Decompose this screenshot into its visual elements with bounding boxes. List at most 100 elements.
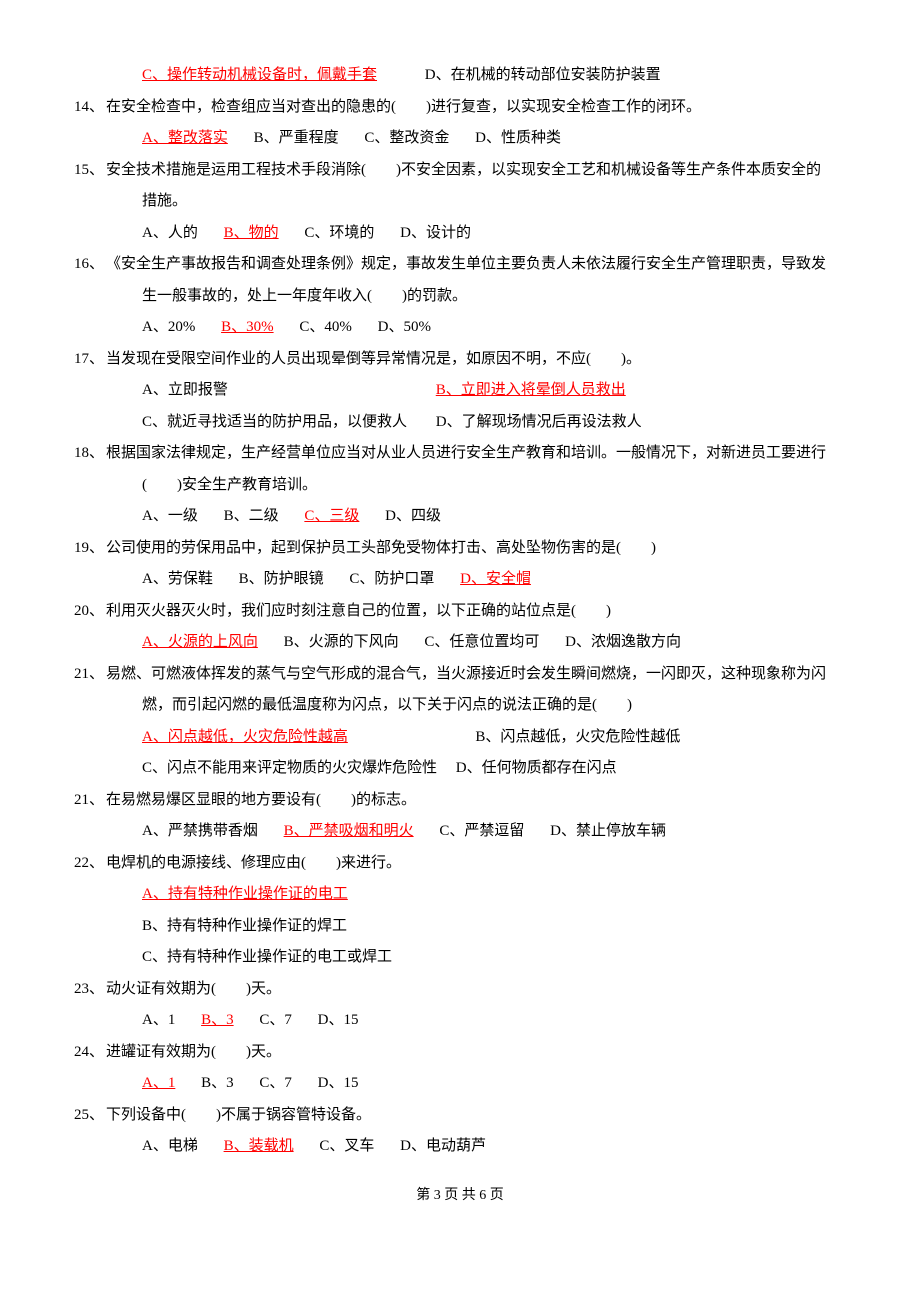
q20-option-c: C、任意位置均可 [424, 634, 539, 650]
question-17: 17、 当发现在受限空间作业的人员出现晕倒等异常情况是，如原因不明，不应( )。 [70, 344, 850, 376]
page-footer: 第 3 页 共 6 页 [70, 1181, 850, 1210]
q24-option-b: B、3 [201, 1075, 234, 1091]
q18-text-line1: 根据国家法律规定，生产经营单位应当对从业人员进行安全生产教育和培训。一般情况下，… [106, 438, 850, 470]
question-21b: 21、 在易燃易爆区显眼的地方要设有( )的标志。 [70, 785, 850, 817]
q24-number: 24、 [70, 1037, 104, 1069]
q17-options-row1: A、立即报警 B、立即进入将晕倒人员救出 [70, 375, 850, 407]
q22-text: 电焊机的电源接线、修理应由( )来进行。 [106, 848, 850, 880]
q22-option-a: A、持有特种作业操作证的电工 [142, 886, 348, 902]
q18-option-c: C、三级 [304, 508, 359, 524]
q17-number: 17、 [70, 344, 104, 376]
q24-options: A、1 B、3 C、7 D、15 [70, 1068, 850, 1100]
q18-options: A、一级 B、二级 C、三级 D、四级 [70, 501, 850, 533]
q21b-options: A、严禁携带香烟 B、严禁吸烟和明火 C、严禁逗留 D、禁止停放车辆 [70, 816, 850, 848]
q15-text-line1: 安全技术措施是运用工程技术手段消除( )不安全因素，以实现安全工艺和机械设备等生… [106, 155, 850, 187]
question-18: 18、 根据国家法律规定，生产经营单位应当对从业人员进行安全生产教育和培训。一般… [70, 438, 850, 470]
q22-option-b-row: B、持有特种作业操作证的焊工 [70, 911, 850, 943]
q24-option-d: D、15 [318, 1075, 359, 1091]
q21b-option-d: D、禁止停放车辆 [550, 823, 666, 839]
q18-text-line2: ( )安全生产教育培训。 [106, 477, 317, 493]
q18-option-a: A、一级 [142, 508, 198, 524]
q21a-text-line1: 易燃、可燃液体挥发的蒸气与空气形成的混合气，当火源接近时会发生瞬间燃烧，一闪即灭… [106, 659, 850, 691]
q20-text: 利用灭火器灭火时，我们应时刻注意自己的位置，以下正确的站位点是( ) [106, 596, 850, 628]
q19-number: 19、 [70, 533, 104, 565]
q21b-number: 21、 [70, 785, 104, 817]
q17-options-row2: C、就近寻找适当的防护用品，以便救人 D、了解现场情况后再设法救人 [70, 407, 850, 439]
q14-option-a: A、整改落实 [142, 130, 228, 146]
q21a-option-c: C、闪点不能用来评定物质的火灾爆炸危险性 [142, 753, 452, 785]
q19-option-b: B、防护眼镜 [239, 571, 324, 587]
q17-option-a: A、立即报警 [142, 375, 432, 407]
question-20: 20、 利用灭火器灭火时，我们应时刻注意自己的位置，以下正确的站位点是( ) [70, 596, 850, 628]
question-23: 23、 动火证有效期为( )天。 [70, 974, 850, 1006]
q19-option-c: C、防护口罩 [349, 571, 434, 587]
question-14: 14、 在安全检查中，检查组应当对查出的隐患的( )进行复查，以实现安全检查工作… [70, 92, 850, 124]
q16-option-b: B、30% [221, 319, 274, 335]
q20-options: A、火源的上风向 B、火源的下风向 C、任意位置均可 D、浓烟逸散方向 [70, 627, 850, 659]
q21a-number: 21、 [70, 659, 104, 691]
q14-option-d: D、性质种类 [475, 130, 561, 146]
q25-option-c: C、叉车 [319, 1138, 374, 1154]
q25-text: 下列设备中( )不属于锅容管特设备。 [106, 1100, 850, 1132]
q22-number: 22、 [70, 848, 104, 880]
q23-text: 动火证有效期为( )天。 [106, 974, 850, 1006]
question-22: 22、 电焊机的电源接线、修理应由( )来进行。 [70, 848, 850, 880]
q17-option-d: D、了解现场情况后再设法救人 [436, 414, 642, 430]
q15-option-d: D、设计的 [400, 225, 471, 241]
q20-option-a: A、火源的上风向 [142, 634, 258, 650]
q13-options-row2: C、操作转动机械设备时，佩戴手套 D、在机械的转动部位安装防护装置 [70, 60, 850, 92]
q19-option-a: A、劳保鞋 [142, 571, 213, 587]
q16-options: A、20% B、30% C、40% D、50% [70, 312, 850, 344]
q16-option-a: A、20% [142, 319, 195, 335]
q14-option-b: B、严重程度 [254, 130, 339, 146]
q18-text-line2-wrap: ( )安全生产教育培训。 [70, 470, 850, 502]
q16-text-line1: 《安全生产事故报告和调查处理条例》规定，事故发生单位主要负责人未依法履行安全生产… [106, 249, 850, 281]
q17-option-c: C、就近寻找适当的防护用品，以便救人 [142, 407, 432, 439]
q22-option-c-row: C、持有特种作业操作证的电工或焊工 [70, 942, 850, 974]
q15-number: 15、 [70, 155, 104, 187]
q14-number: 14、 [70, 92, 104, 124]
q15-options: A、人的 B、物的 C、环境的 D、设计的 [70, 218, 850, 250]
q21a-text-line2-wrap: 燃，而引起闪燃的最低温度称为闪点，以下关于闪点的说法正确的是( ) [70, 690, 850, 722]
question-16: 16、 《安全生产事故报告和调查处理条例》规定，事故发生单位主要负责人未依法履行… [70, 249, 850, 281]
q22-option-a-row: A、持有特种作业操作证的电工 [70, 879, 850, 911]
q21a-options-row2: C、闪点不能用来评定物质的火灾爆炸危险性 D、任何物质都存在闪点 [70, 753, 850, 785]
q15-option-a: A、人的 [142, 225, 198, 241]
q15-option-b: B、物的 [224, 225, 279, 241]
q23-number: 23、 [70, 974, 104, 1006]
q25-option-a: A、电梯 [142, 1138, 198, 1154]
q16-number: 16、 [70, 249, 104, 281]
q17-text: 当发现在受限空间作业的人员出现晕倒等异常情况是，如原因不明，不应( )。 [106, 344, 850, 376]
q23-option-d: D、15 [318, 1012, 359, 1028]
q21b-option-b: B、严禁吸烟和明火 [284, 823, 414, 839]
q25-options: A、电梯 B、装载机 C、叉车 D、电动葫芦 [70, 1131, 850, 1163]
q25-option-d: D、电动葫芦 [400, 1138, 486, 1154]
q17-option-b: B、立即进入将晕倒人员救出 [436, 382, 626, 398]
q19-text: 公司使用的劳保用品中，起到保护员工头部免受物体打击、高处坠物伤害的是( ) [106, 533, 850, 565]
q18-option-b: B、二级 [224, 508, 279, 524]
q21b-option-a: A、严禁携带香烟 [142, 823, 258, 839]
q20-number: 20、 [70, 596, 104, 628]
q18-option-d: D、四级 [385, 508, 441, 524]
q13-option-c: C、操作转动机械设备时，佩戴手套 [142, 67, 377, 83]
q23-option-a: A、1 [142, 1012, 175, 1028]
question-15: 15、 安全技术措施是运用工程技术手段消除( )不安全因素，以实现安全工艺和机械… [70, 155, 850, 187]
q21b-option-c: C、严禁逗留 [439, 823, 524, 839]
q21a-option-d: D、任何物质都存在闪点 [456, 760, 617, 776]
question-21a: 21、 易燃、可燃液体挥发的蒸气与空气形成的混合气，当火源接近时会发生瞬间燃烧，… [70, 659, 850, 691]
q22-option-b: B、持有特种作业操作证的焊工 [142, 918, 347, 934]
question-24: 24、 进罐证有效期为( )天。 [70, 1037, 850, 1069]
q14-text: 在安全检查中，检查组应当对查出的隐患的( )进行复查，以实现安全检查工作的闭环。 [106, 92, 850, 124]
q22-option-c: C、持有特种作业操作证的电工或焊工 [142, 949, 392, 965]
q24-text: 进罐证有效期为( )天。 [106, 1037, 850, 1069]
q21b-text: 在易燃易爆区显眼的地方要设有( )的标志。 [106, 785, 850, 817]
q25-number: 25、 [70, 1100, 104, 1132]
q15-text-line2-wrap: 措施。 [70, 186, 850, 218]
q13-option-d: D、在机械的转动部位安装防护装置 [425, 67, 661, 83]
q15-option-c: C、环境的 [304, 225, 374, 241]
q21a-option-a: A、闪点越低，火灾危险性越高 [142, 722, 348, 754]
q16-option-d: D、50% [378, 319, 431, 335]
q19-option-d: D、安全帽 [460, 571, 531, 587]
q15-text-line2: 措施。 [106, 193, 187, 209]
q25-option-b: B、装载机 [224, 1138, 294, 1154]
